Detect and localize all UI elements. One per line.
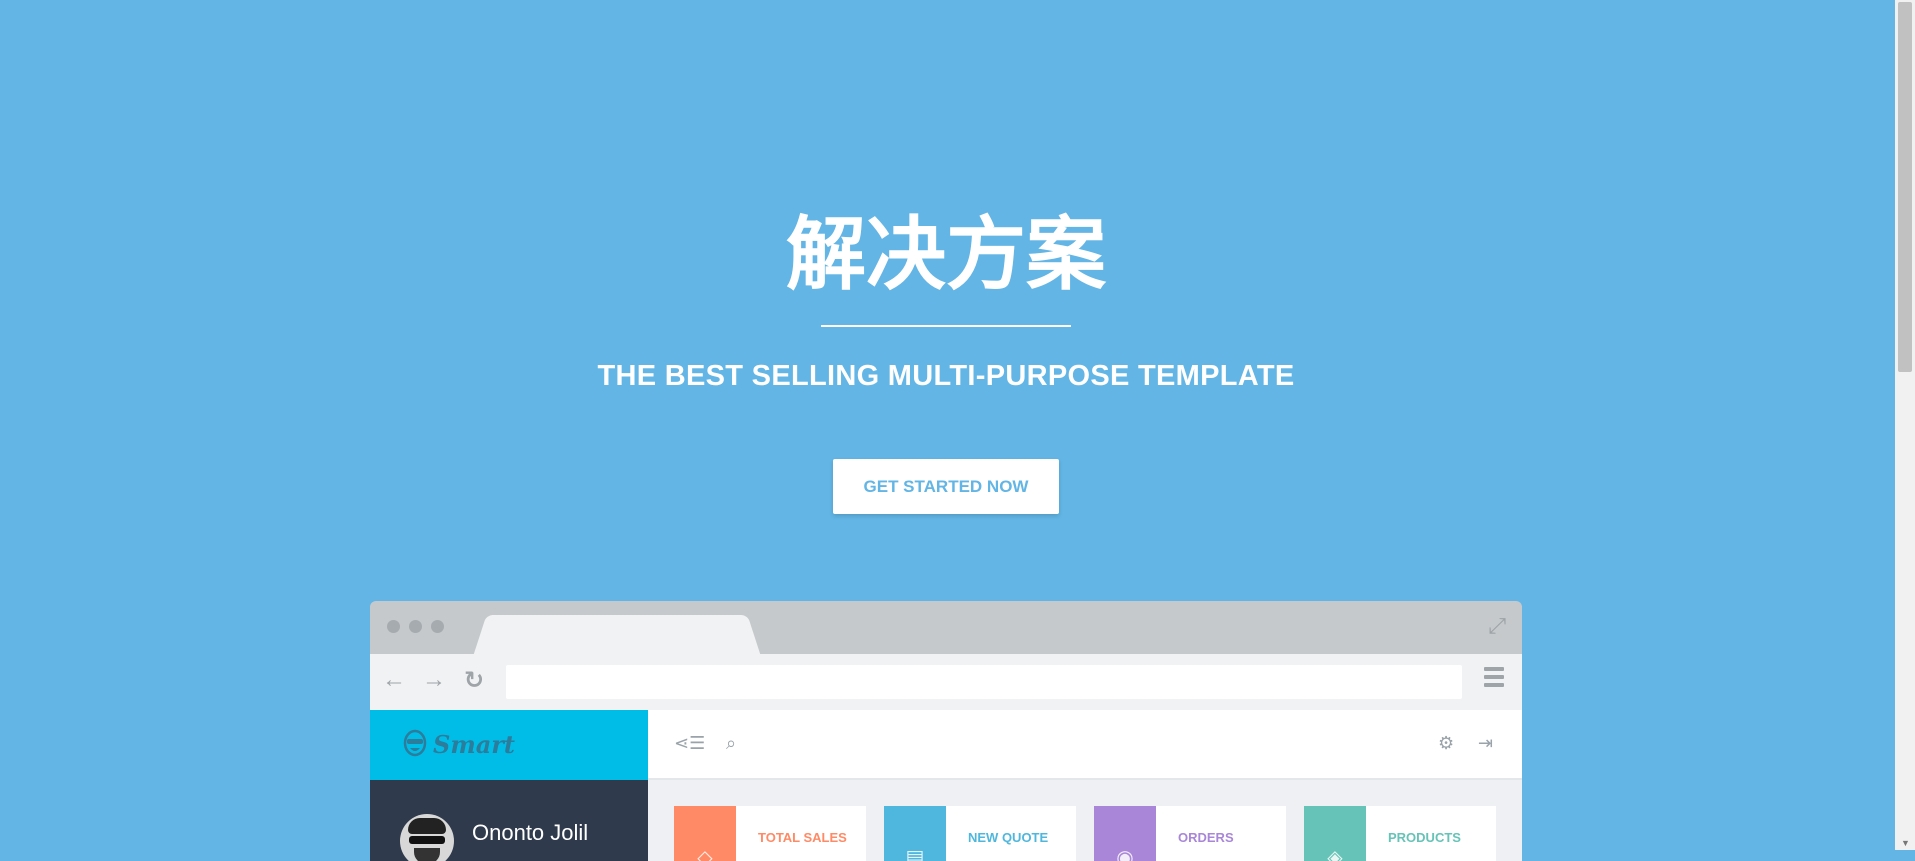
page-scrollbar[interactable]: ▼ xyxy=(1895,0,1915,850)
browser-tab xyxy=(492,615,742,655)
brand-name: Smart xyxy=(433,730,516,759)
document-icon: ▤ xyxy=(884,806,946,861)
reload-icon: ↻ xyxy=(464,667,485,694)
app-brand-bar: Smart xyxy=(370,710,648,780)
forward-arrow-icon: → xyxy=(422,666,446,693)
address-bar xyxy=(506,665,1462,699)
stat-card-products: ◈ PRODUCTS xyxy=(1304,806,1496,861)
title-divider xyxy=(821,325,1071,327)
window-dot-icon xyxy=(387,620,400,633)
window-dot-icon xyxy=(431,620,444,633)
expand-icon: ⤢ xyxy=(1488,613,1506,638)
back-arrow-icon: ← xyxy=(382,666,406,693)
search-icon: ⌕ xyxy=(726,733,737,753)
stat-card-new-quote: ▤ NEW QUOTE xyxy=(884,806,1076,861)
window-dot-icon xyxy=(409,620,422,633)
stat-label: NEW QUOTE xyxy=(968,830,1049,845)
gear-icon: ⚙ xyxy=(1438,733,1455,753)
app-dashboard: ◇ TOTAL SALES ▤ NEW QUOTE ◉ ORDERS ◈ PRO… xyxy=(648,780,1522,861)
get-started-button[interactable]: GET STARTED NOW xyxy=(833,459,1059,514)
user-name: Ononto Jolil xyxy=(472,820,589,845)
brand-logo-icon xyxy=(403,729,427,757)
collapse-menu-icon: ⋖☰ xyxy=(674,733,706,753)
app-topbar: ⋖☰ ⌕ ⚙ ⇥ xyxy=(648,710,1522,780)
stat-card-orders: ◉ ORDERS xyxy=(1094,806,1286,861)
avatar xyxy=(400,814,454,861)
stat-label: TOTAL SALES xyxy=(758,830,847,845)
logout-icon: ⇥ xyxy=(1478,733,1494,753)
page-title: 解决方案 xyxy=(786,208,1106,301)
scrollbar-thumb[interactable] xyxy=(1898,2,1912,372)
stat-card-total-sales: ◇ TOTAL SALES xyxy=(674,806,866,861)
stat-label: PRODUCTS xyxy=(1388,830,1461,845)
window-controls xyxy=(387,620,444,633)
app-sidebar: Ononto Jolil xyxy=(370,780,648,861)
page-subtitle: THE BEST SELLING MULTI-PURPOSE TEMPLATE xyxy=(597,360,1295,392)
database-icon: ◉ xyxy=(1094,806,1156,861)
stat-label: ORDERS xyxy=(1178,830,1234,845)
browser-mockup: ⤢ ← → ↻ Smart ⋖☰ ⌕ ⚙ ⇥ Ononto Jolil ◇ TO… xyxy=(370,601,1522,861)
browser-toolbar: ← → ↻ xyxy=(370,654,1522,710)
tag-icon: ◇ xyxy=(674,806,736,861)
cube-icon: ◈ xyxy=(1304,806,1366,861)
scroll-down-arrow-icon[interactable]: ▼ xyxy=(1901,838,1910,848)
menu-icon xyxy=(1484,667,1504,691)
